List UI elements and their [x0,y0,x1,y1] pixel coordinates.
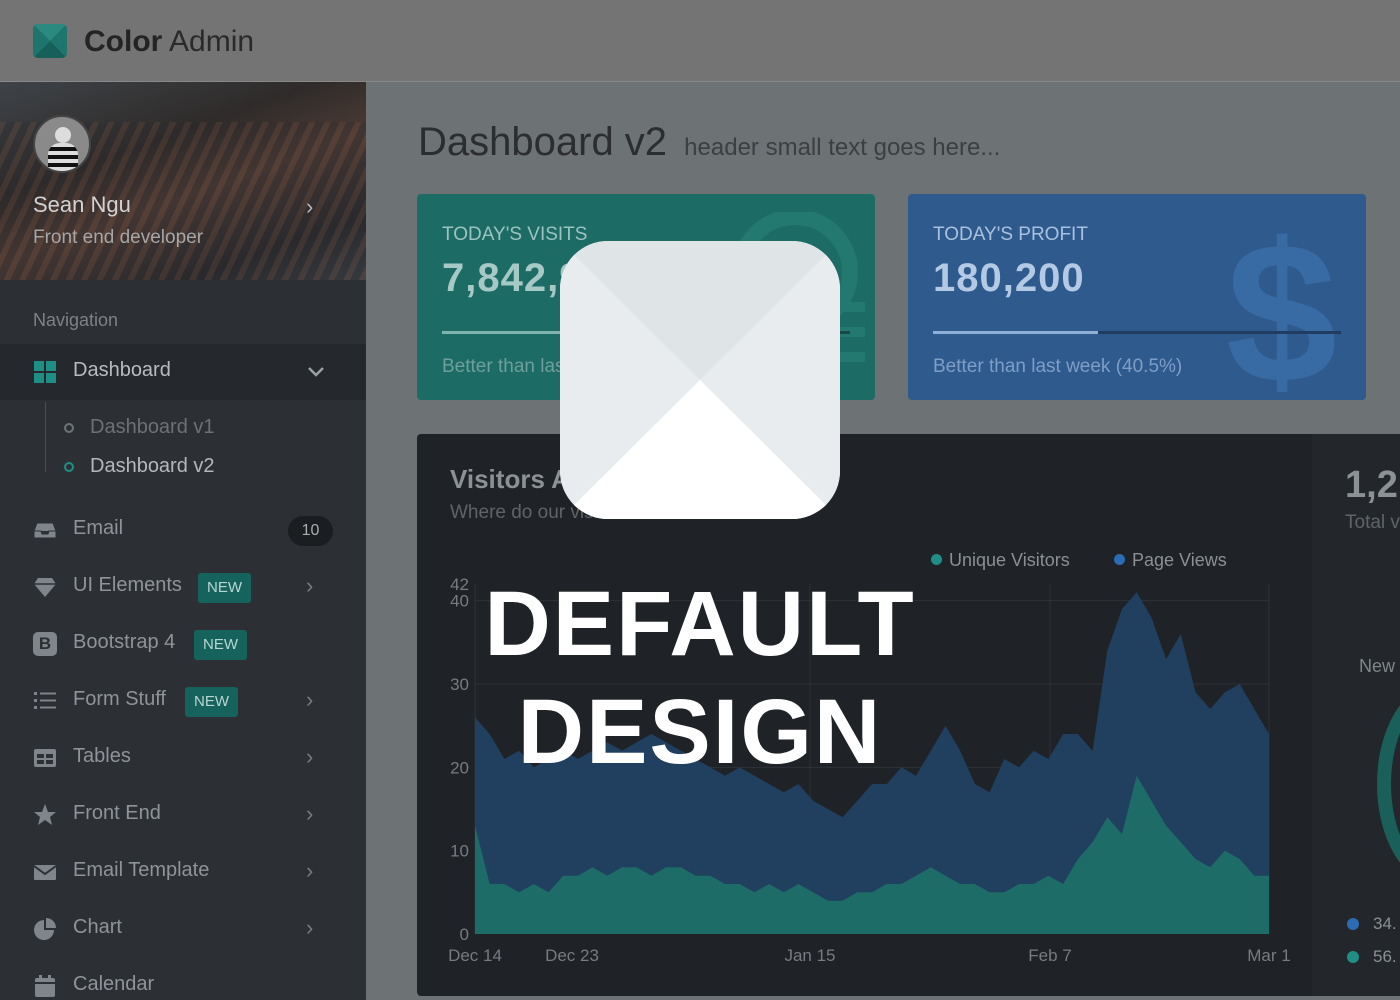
stat-progress [933,331,1341,334]
top-header: Color Admin [0,0,1400,82]
new-badge: NEW [185,687,238,717]
pie-chart-icon [34,918,56,940]
stat-label: TODAY'S VISITS [442,224,588,245]
sidebar-item-label: Chart [73,916,122,938]
sidebar-item-label: UI Elements [73,574,182,596]
submenu-guide-line [45,402,46,472]
new-badge: NEW [198,573,251,603]
chevron-right-icon: › [306,194,314,219]
stat-description: Better than last week (40.5%) [933,356,1183,377]
circle-icon [64,422,74,433]
side-stat-1: 34. [1347,914,1397,934]
overlay-title: DEFAULT DESIGN [484,573,916,783]
y-tick-label: 0 [460,925,469,944]
x-tick-label: Dec 23 [545,946,599,965]
chevron-right-icon: › [306,801,314,826]
chevron-right-icon: › [306,915,314,940]
sidebar-item-label: Calendar [73,973,155,995]
sidebar-item-bootstrap-4[interactable]: B Bootstrap 4 NEW [0,616,366,672]
stat-progress-fill [933,331,1099,334]
sidebar-subitem-dashboard-v1[interactable]: Dashboard v1 [64,416,215,439]
bootstrap-icon: B [33,632,57,656]
table-icon [34,749,56,767]
sidebar-item-tables[interactable]: Tables › [0,730,366,786]
stat-label: TODAY'S PROFIT [933,224,1088,245]
new-badge: NEW [194,630,247,660]
sidebar-item-label: Dashboard [73,359,171,381]
sidebar-item-label: Bootstrap 4 [73,631,176,653]
sidebar-item-label: Form Stuff [73,688,166,710]
sidebar-item-email[interactable]: Email 10 [0,502,366,558]
side-stat-2: 56. [1347,947,1397,967]
x-tick-label: Jan 15 [784,946,835,965]
sidebar-item-label: Email [73,517,124,539]
avatar [33,115,91,173]
sidebar-subitem-dashboard-v2[interactable]: Dashboard v2 [64,455,215,478]
total-visitors-label: Total v [1345,512,1400,533]
chevron-right-icon: › [306,687,314,712]
total-visitors-value: 1,2 [1345,464,1398,506]
sidebar-item-ui-elements[interactable]: UI Elements NEW › [0,559,366,615]
dollar-icon: $ [1226,212,1337,392]
page-subtitle: header small text goes here... [684,134,1001,161]
y-tick-label: 10 [450,842,469,861]
chevron-right-icon: › [306,744,314,769]
nav-header: Navigation [33,310,119,330]
sidebar-item-chart[interactable]: Chart › [0,901,366,957]
legend-dot [1347,918,1359,930]
email-count-badge: 10 [288,516,333,546]
sidebar-item-calendar[interactable]: Calendar [0,958,366,1000]
profile-name: Sean Ngu [33,192,131,217]
circle-icon [64,461,74,472]
sidebar-profile[interactable]: Sean Ngu Front end developer › [0,82,366,280]
chevron-down-icon [308,367,324,377]
stat-value: 180,200 [933,256,1085,300]
sidebar-item-front-end[interactable]: Front End › [0,787,366,843]
legend-dot [1347,951,1359,963]
sidebar-item-label: Email Template [73,859,210,881]
x-tick-label: Dec 14 [448,946,502,965]
donut-label-new: New [1359,656,1396,676]
stat-card-profit[interactable]: $ TODAY'S PROFIT 180,200 Better than las… [908,194,1366,400]
svg-text:$: $ [1226,212,1337,392]
star-icon [34,804,56,825]
brand-name[interactable]: Color Admin [84,24,254,60]
sidebar-item-email-template[interactable]: Email Template › [0,844,366,900]
calendar-icon [35,975,55,997]
sidebar-item-dashboard[interactable]: Dashboard [0,344,366,400]
page-title: Dashboard v2 header small text goes here… [418,120,1001,164]
sidebar-item-label: Tables [73,745,131,767]
sidebar-item-label: Front End [73,802,161,824]
sidebar: Sean Ngu Front end developer › Navigatio… [0,82,366,1000]
envelope-icon [33,865,57,880]
x-tick-label: Feb 7 [1028,946,1071,965]
sidebar-item-form-stuff[interactable]: Form Stuff NEW › [0,673,366,729]
dashboard-grid-icon [34,361,56,383]
profile-role: Front end developer [33,227,204,248]
gem-icon [34,578,56,597]
color-admin-logo-icon[interactable] [33,24,67,58]
color-admin-large-logo-icon [560,241,840,519]
list-icon [34,692,56,709]
x-tick-label: Mar 1 [1247,946,1290,965]
chevron-right-icon: › [306,573,314,598]
inbox-icon [33,522,57,539]
chevron-right-icon: › [306,858,314,883]
